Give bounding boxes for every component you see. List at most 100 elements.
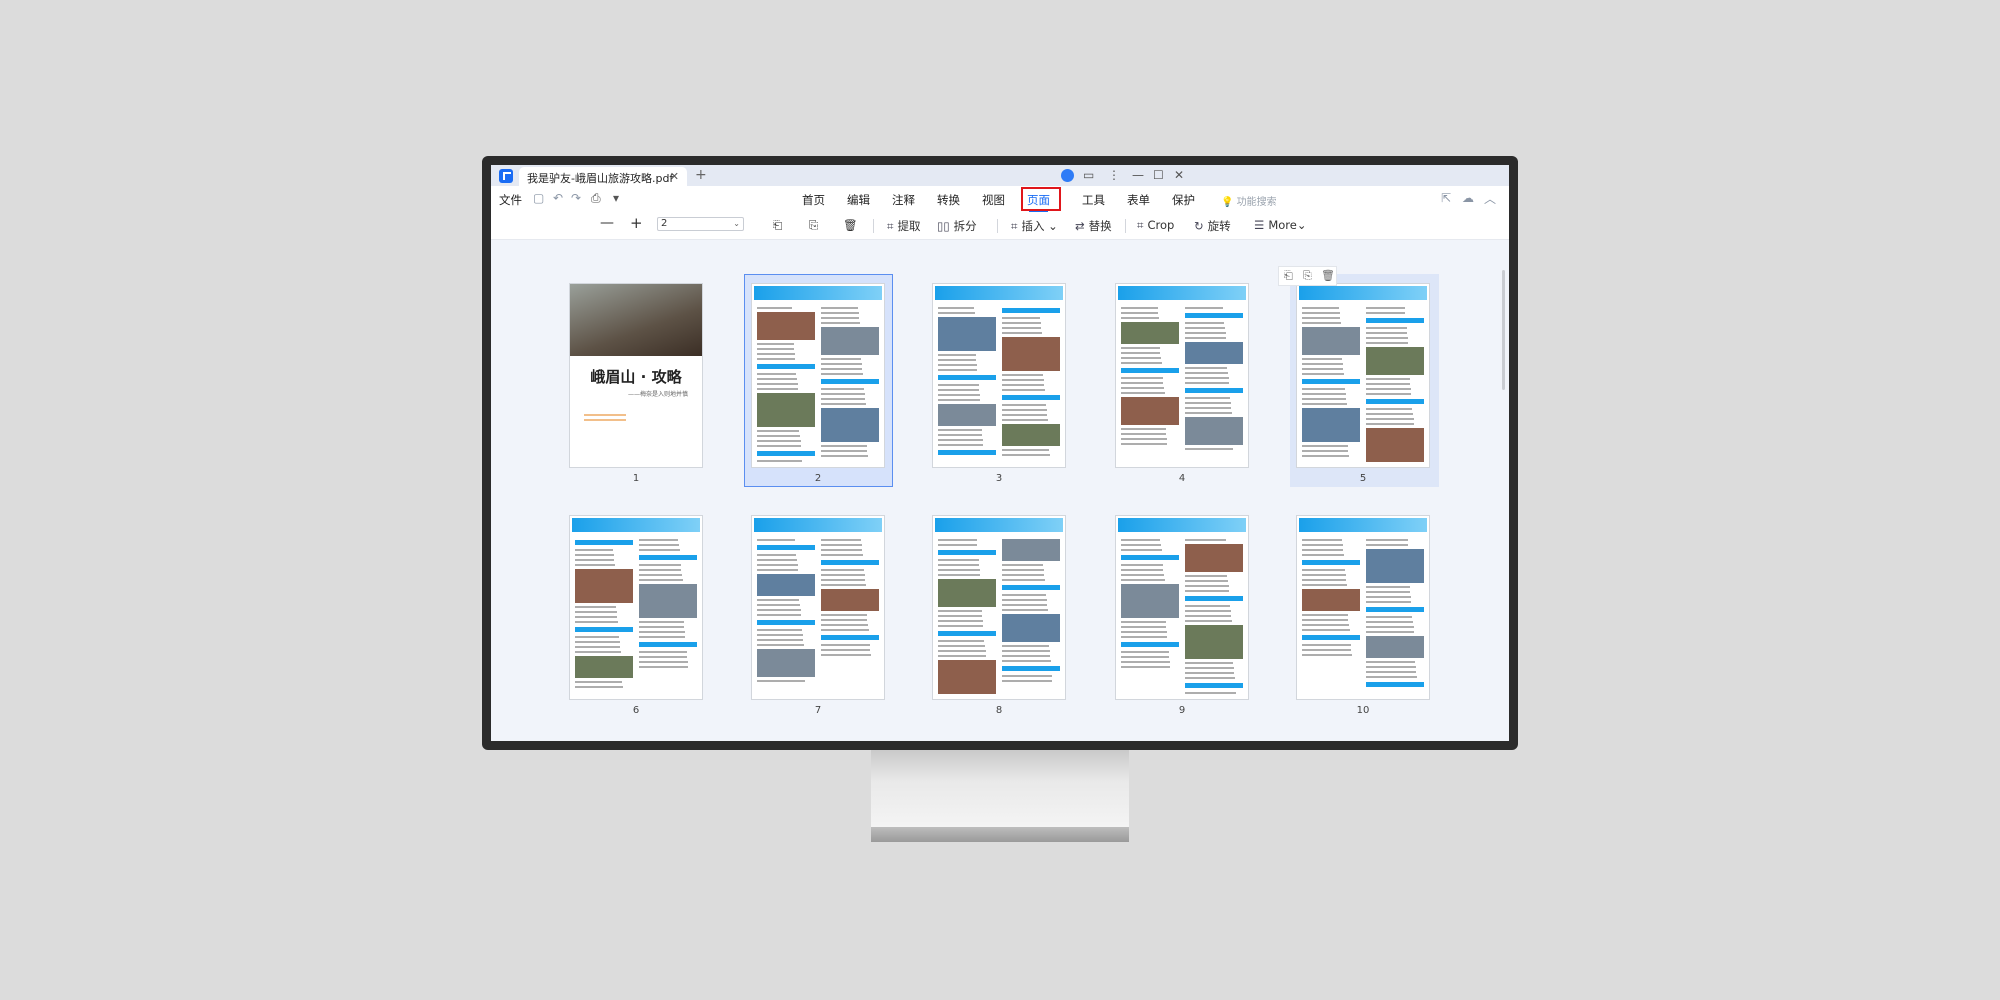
insert-button[interactable]: ⌗ 插入 ⌄	[1011, 218, 1058, 234]
cover-subtitle: ——梅奈是入则地并慎	[627, 391, 688, 398]
split-label: 拆分	[953, 219, 977, 233]
delete-page-icon[interactable]: 🗑	[843, 218, 858, 232]
page-thumbnails-area: 峨眉山 · 攻略 ——梅奈是入则地并慎 1 2 3 4 5 6 7 8 9 10 ⎗ ⎘ 🗑	[491, 240, 1509, 741]
menu-form[interactable]: 表单	[1127, 192, 1150, 208]
page-header-banner	[935, 286, 1063, 300]
quick-access-dropdown-icon[interactable]: ▾	[613, 191, 619, 205]
rotate-right-page-icon[interactable]: ⎘	[809, 218, 818, 233]
page-header-banner	[1299, 518, 1427, 532]
app-window: 我是驴友-峨眉山旅游攻略.pdf ✕ + ▭ ⋮ — ☐ ✕ 文件 ▢ ↶ ↷ ⎙…	[491, 165, 1509, 741]
page-hover-toolbar: ⎗ ⎘ 🗑	[1278, 266, 1337, 286]
page-select-value: 2	[661, 218, 668, 229]
collapse-ribbon-icon[interactable]: ︿	[1484, 190, 1496, 207]
menu-tools[interactable]: 工具	[1082, 192, 1105, 208]
more-button[interactable]: ☰ More⌄	[1254, 218, 1306, 232]
page-number-label: 9	[1178, 705, 1186, 716]
more-label: More	[1268, 218, 1297, 232]
insert-icon: ⌗	[1011, 219, 1018, 233]
redo-icon[interactable]: ↷	[571, 191, 581, 205]
menu-edit[interactable]: 编辑	[847, 192, 870, 208]
share-icon[interactable]: ⇱	[1441, 191, 1451, 205]
page-number-label: 3	[995, 473, 1003, 484]
page-number-label: 7	[814, 705, 822, 716]
menu-view[interactable]: 视图	[982, 192, 1005, 208]
rotate-icon: ↻	[1194, 219, 1204, 233]
page-header-banner	[754, 518, 882, 532]
file-menu[interactable]: 文件	[499, 192, 522, 208]
page-number-label: 6	[632, 705, 640, 716]
page-header-banner	[1299, 286, 1427, 300]
page-header-banner	[1118, 286, 1246, 300]
delete-page-icon[interactable]: 🗑	[1321, 269, 1335, 282]
rotate-right-page-icon[interactable]: ⎘	[1303, 269, 1312, 283]
rotate-button[interactable]: ↻ 旋转	[1194, 218, 1231, 234]
more-icon: ☰	[1254, 218, 1265, 232]
rotate-left-page-icon[interactable]: ⎗	[1284, 269, 1293, 283]
account-avatar[interactable]	[1061, 169, 1074, 182]
minimize-button[interactable]: —	[1132, 168, 1144, 182]
replace-button[interactable]: ⇄ 替换	[1075, 218, 1112, 234]
save-icon[interactable]: ▢	[533, 191, 544, 205]
monitor-stand	[871, 750, 1129, 828]
page-number-label: 4	[1178, 473, 1186, 484]
zoom-in-button[interactable]: +	[630, 214, 643, 232]
page-thumbnail-3[interactable]	[932, 283, 1066, 468]
close-tab-icon[interactable]: ✕	[670, 170, 679, 183]
page-thumbnail-2[interactable]	[751, 283, 885, 468]
cloud-upload-icon[interactable]: ☁	[1462, 191, 1474, 205]
cover-title: 峨眉山 · 攻略	[590, 368, 682, 386]
rotate-label: 旋转	[1207, 219, 1231, 233]
page-number-label: 2	[814, 473, 822, 484]
cover-photo	[570, 284, 702, 356]
print-icon[interactable]: ⎙	[591, 191, 601, 206]
page-thumbnail-9[interactable]	[1115, 515, 1249, 700]
page-number-label: 8	[995, 705, 1003, 716]
page-toolbar: — + 2 ⌄ ⎗ ⎘ 🗑 ⌗ 提取 ▯▯ 拆分 ⌗ 插入 ⌄ ⇄ 替换 ⌗ Crop ↻ 旋…	[491, 212, 1509, 240]
more-options-icon[interactable]: ⋮	[1108, 168, 1120, 182]
replace-icon: ⇄	[1075, 219, 1085, 233]
page-number-label: 1	[632, 473, 640, 484]
page-thumbnail-6[interactable]	[569, 515, 703, 700]
page-thumbnail-1[interactable]: 峨眉山 · 攻略 ——梅奈是入则地并慎	[569, 283, 703, 468]
split-icon: ▯▯	[937, 219, 950, 233]
menu-protect[interactable]: 保护	[1172, 192, 1195, 208]
crop-button[interactable]: ⌗ Crop	[1137, 218, 1174, 233]
maximize-button[interactable]: ☐	[1153, 168, 1164, 182]
extract-icon: ⌗	[887, 219, 894, 233]
menu-bar: 文件 ▢ ↶ ↷ ⎙ ▾ 首页 编辑 注释 转换 视图 页面 工具 表单 保护 …	[491, 186, 1509, 212]
page-number-label: 10	[1356, 705, 1370, 716]
feedback-icon[interactable]: ▭	[1083, 168, 1094, 182]
app-logo-icon	[499, 169, 513, 183]
undo-icon[interactable]: ↶	[553, 191, 563, 205]
page-thumbnail-4[interactable]	[1115, 283, 1249, 468]
menu-convert[interactable]: 转换	[937, 192, 960, 208]
page-thumbnail-8[interactable]	[932, 515, 1066, 700]
new-tab-button[interactable]: +	[695, 167, 707, 183]
crop-icon: ⌗	[1137, 218, 1144, 232]
insert-label: 插入	[1021, 219, 1045, 233]
page-header-banner	[1118, 518, 1246, 532]
menu-annotate[interactable]: 注释	[892, 192, 915, 208]
scrollbar[interactable]	[1502, 270, 1505, 390]
feature-search-label: 功能搜索	[1236, 197, 1277, 208]
page-thumbnail-7[interactable]	[751, 515, 885, 700]
page-thumbnail-10[interactable]	[1296, 515, 1430, 700]
highlight-box	[1021, 187, 1061, 211]
tab-bar: 我是驴友-峨眉山旅游攻略.pdf ✕ + ▭ ⋮ — ☐ ✕	[491, 165, 1509, 186]
extract-label: 提取	[897, 219, 921, 233]
rotate-left-page-icon[interactable]: ⎗	[773, 218, 782, 233]
page-header-banner	[935, 518, 1063, 532]
feature-search[interactable]: 💡 功能搜索	[1221, 193, 1277, 208]
page-header-banner	[572, 518, 700, 532]
page-thumbnail-5[interactable]	[1296, 283, 1430, 468]
close-window-button[interactable]: ✕	[1174, 168, 1184, 182]
split-button[interactable]: ▯▯ 拆分	[937, 218, 977, 234]
tab-title: 我是驴友-峨眉山旅游攻略.pdf	[527, 172, 674, 185]
menu-home[interactable]: 首页	[802, 192, 825, 208]
zoom-out-button[interactable]: —	[600, 215, 614, 231]
replace-label: 替换	[1088, 219, 1112, 233]
page-select[interactable]: 2 ⌄	[657, 217, 744, 231]
extract-button[interactable]: ⌗ 提取	[887, 218, 920, 234]
monitor-base	[871, 827, 1129, 842]
document-tab[interactable]: 我是驴友-峨眉山旅游攻略.pdf ✕	[519, 167, 687, 186]
